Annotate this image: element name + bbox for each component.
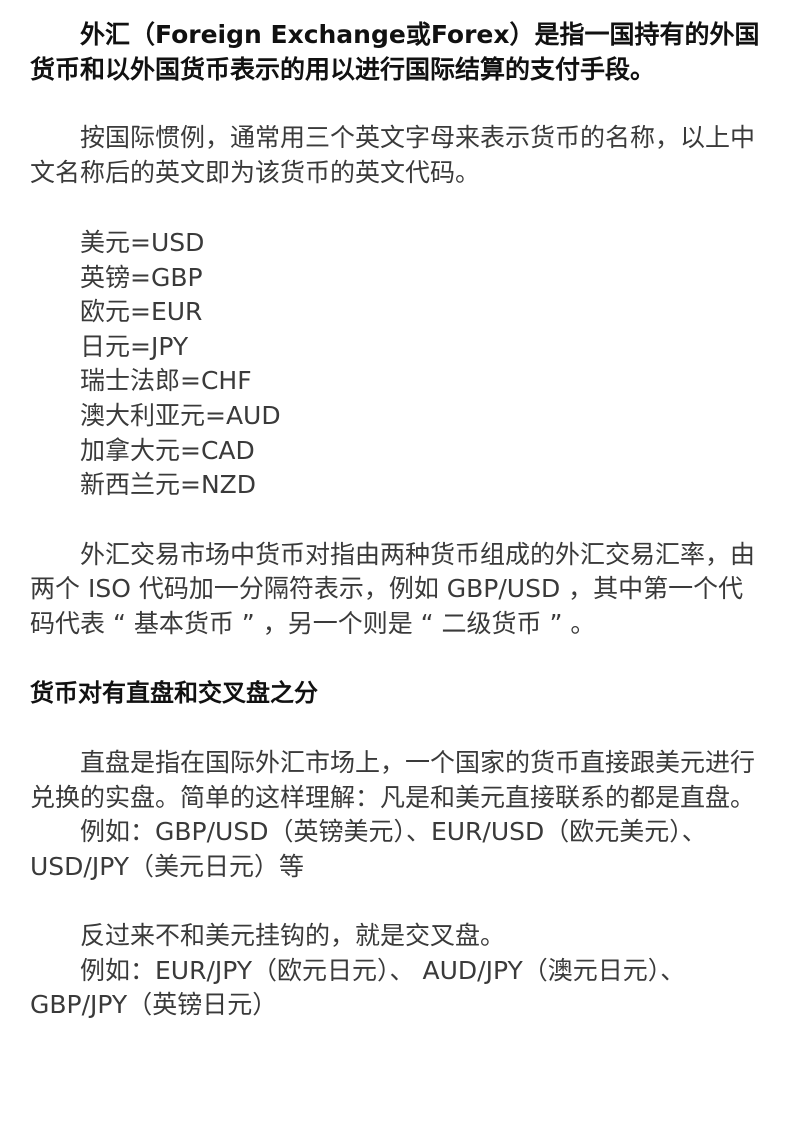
list-item: 瑞士法郎=CHF — [80, 366, 252, 396]
list-item: 新西兰元=NZD — [80, 470, 257, 500]
list-item: 日元=JPY — [80, 331, 189, 361]
cross-pair-example: 例如：EUR/JPY（欧元日元）、 AUD/JPY（澳元日元）、GBP/JPY（… — [30, 955, 686, 1020]
list-item: 欧元=EUR — [80, 297, 203, 327]
article: 外汇（Foreign Exchange或Forex）是指一国持有的外国货币和以外… — [0, 0, 800, 1126]
convention-paragraph: 按国际惯例，通常用三个英文字母来表示货币的名称，以上中文名称后的英文即为该货币的… — [30, 123, 756, 187]
currency-code-list: 美元=USD 英镑=GBP 欧元=EUR 日元=JPY 瑞士法郎=CHF 澳大利… — [30, 226, 764, 503]
section-heading: 货币对有直盘和交叉盘之分 — [30, 679, 318, 708]
list-item: 澳大利亚元=AUD — [80, 400, 281, 430]
currency-pair-paragraph: 外汇交易市场中货币对指由两种货币组成的外汇交易汇率，由两个 ISO 代码加一分隔… — [30, 539, 756, 638]
direct-pair-definition: 直盘是指在国际外汇市场上，一个国家的货币直接跟美元进行兑换的实盘。简单的这样理解… — [30, 748, 756, 812]
list-item: 加拿大元=CAD — [80, 435, 255, 465]
intro-paragraph: 外汇（Foreign Exchange或Forex）是指一国持有的外国货币和以外… — [30, 20, 760, 84]
list-item: 英镑=GBP — [80, 262, 203, 292]
direct-pair-example: 例如：GBP/USD（英镑美元）、EUR/USD（欧元美元）、USD/JPY（美… — [30, 817, 707, 881]
cross-pair-definition: 反过来不和美元挂钩的，就是交叉盘。 — [80, 921, 506, 951]
list-item: 美元=USD — [80, 228, 205, 257]
